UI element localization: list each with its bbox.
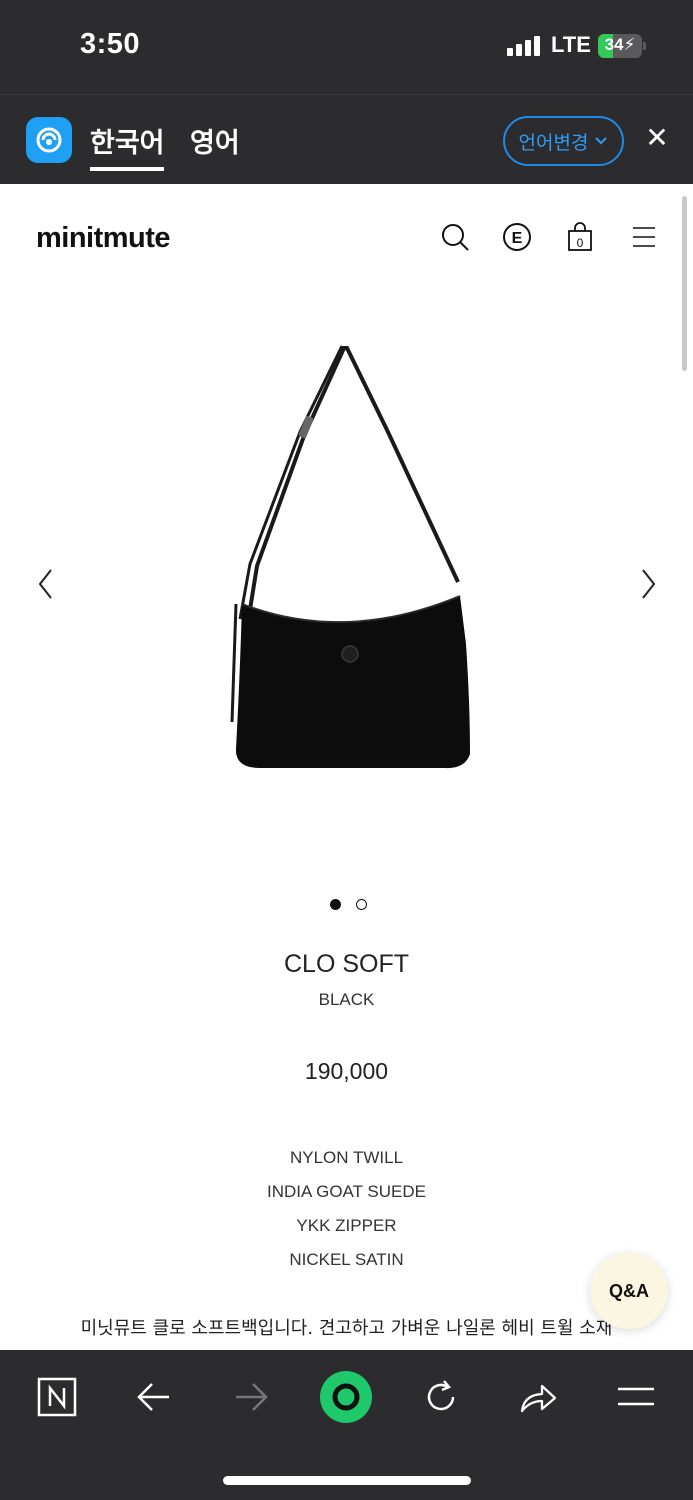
status-bar: 3:50 LTE 34⚡ bbox=[0, 0, 693, 94]
spec-item: NYLON TWILL bbox=[289, 1148, 404, 1167]
status-time: 3:50 bbox=[80, 28, 141, 60]
carousel-next-icon[interactable] bbox=[636, 566, 660, 602]
scroll-indicator[interactable] bbox=[682, 196, 687, 371]
change-language-button[interactable]: 언어변경 bbox=[503, 116, 624, 166]
menu-icon[interactable] bbox=[611, 1372, 661, 1422]
spec-item: INDIA GOAT SUEDE bbox=[266, 1182, 427, 1201]
close-icon[interactable]: ✕ bbox=[644, 123, 670, 153]
spec-item: YKK ZIPPER bbox=[296, 1216, 397, 1235]
network-label: LTE bbox=[551, 32, 591, 57]
shopping-bag-icon[interactable]: 0 bbox=[563, 220, 597, 254]
naver-icon[interactable] bbox=[32, 1372, 82, 1422]
carousel-prev-icon[interactable] bbox=[34, 566, 58, 602]
tab-english[interactable]: 영어 bbox=[190, 121, 240, 160]
product-image[interactable] bbox=[220, 344, 480, 774]
battery-text: 34⚡ bbox=[604, 35, 636, 54]
signal-icon bbox=[507, 36, 540, 56]
papago-icon[interactable] bbox=[26, 117, 72, 163]
change-language-label: 언어변경 bbox=[518, 131, 589, 154]
svg-text:E: E bbox=[512, 230, 523, 247]
product-name: CLO SOFT bbox=[283, 950, 409, 978]
product-description: 미닛뮤트 클로 소프트백입니다. 견고하고 가벼운 나일론 헤비 트윌 소재 bbox=[80, 1318, 613, 1339]
product-color: BLACK bbox=[318, 990, 375, 1009]
browser-toolbar bbox=[0, 1350, 693, 1500]
menu-icon[interactable] bbox=[627, 220, 661, 254]
share-icon[interactable] bbox=[513, 1372, 563, 1422]
forward-arrow-icon[interactable] bbox=[226, 1372, 276, 1422]
cart-count: 0 bbox=[577, 236, 584, 250]
product-price: 190,000 bbox=[304, 1058, 389, 1084]
qa-button[interactable]: Q&A bbox=[590, 1253, 668, 1329]
home-indicator[interactable] bbox=[223, 1476, 471, 1485]
active-tab-underline bbox=[90, 167, 164, 171]
tab-korean[interactable]: 한국어 bbox=[90, 121, 165, 160]
carousel-dot[interactable] bbox=[330, 899, 341, 910]
translate-bar: 한국어 영어 언어변경 ✕ bbox=[0, 94, 693, 184]
battery-tip bbox=[643, 42, 646, 50]
battery-icon: 34⚡ bbox=[598, 34, 642, 58]
search-icon[interactable] bbox=[438, 220, 472, 254]
chevron-down-icon bbox=[595, 137, 608, 145]
spec-item: NICKEL SATIN bbox=[289, 1250, 404, 1269]
web-page: minitmute E 0 CLO SOFT BLACK 190,000 NYL… bbox=[0, 184, 693, 1350]
site-logo[interactable]: minitmute bbox=[36, 222, 171, 255]
back-arrow-icon[interactable] bbox=[129, 1372, 179, 1422]
carousel-dots bbox=[330, 899, 367, 910]
carousel-dot[interactable] bbox=[356, 899, 367, 910]
reload-icon[interactable] bbox=[416, 1372, 466, 1422]
currency-e-icon[interactable]: E bbox=[500, 220, 534, 254]
green-dot-icon[interactable] bbox=[318, 1369, 374, 1425]
